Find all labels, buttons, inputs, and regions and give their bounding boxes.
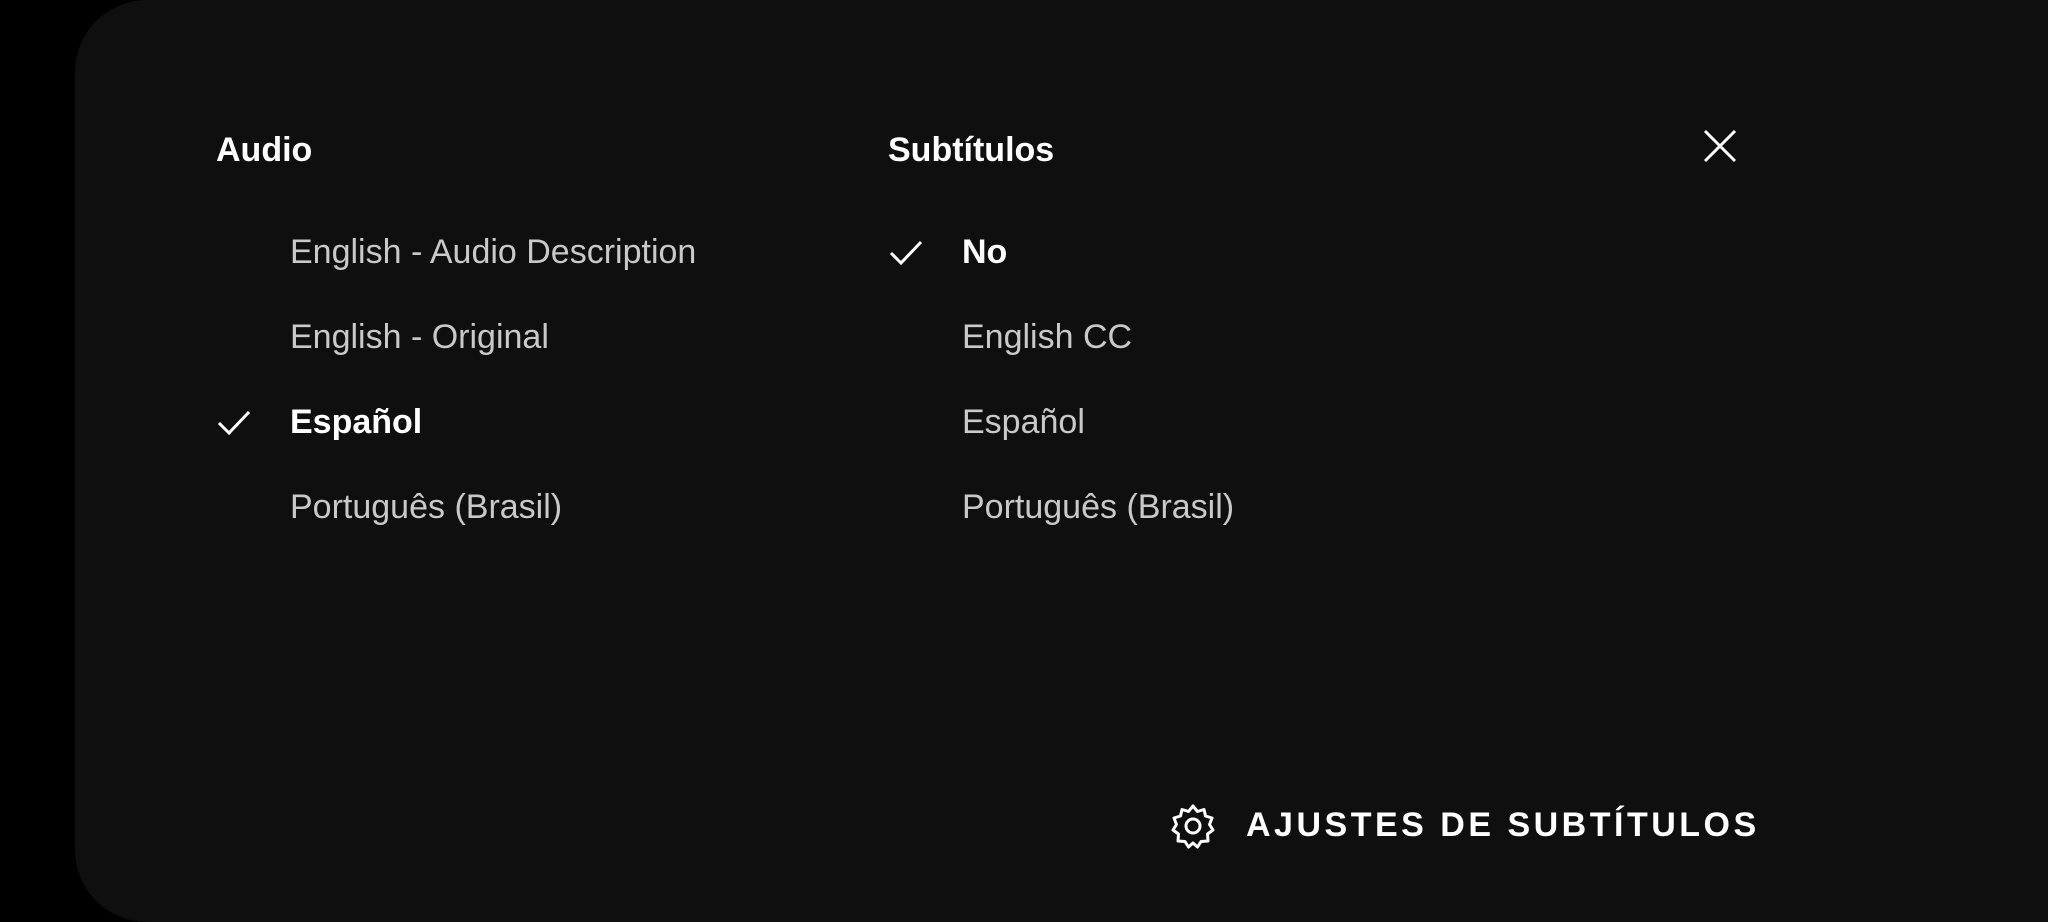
- subtitles-option-label: Português (Brasil): [962, 488, 1235, 526]
- subtitles-option-portugues-brasil[interactable]: Português (Brasil): [888, 477, 1448, 537]
- audio-option-portugues-brasil[interactable]: Português (Brasil): [216, 477, 776, 537]
- audio-option-english-audio-description[interactable]: English - Audio Description: [216, 222, 776, 282]
- subtitles-option-espanol[interactable]: Español: [888, 392, 1448, 452]
- subtitles-option-label: Español: [962, 403, 1085, 441]
- gear-icon: [1171, 804, 1215, 849]
- check-icon: [217, 410, 251, 436]
- audio-title: Audio: [216, 131, 313, 169]
- audio-option-label: Português (Brasil): [290, 488, 563, 526]
- close-button[interactable]: [1696, 122, 1744, 170]
- subtitles-title: Subtítulos: [888, 131, 1055, 169]
- audio-option-label: English - Original: [290, 318, 549, 356]
- close-icon: [1703, 129, 1737, 163]
- audio-option-espanol[interactable]: Español: [216, 392, 776, 452]
- subtitle-settings-button[interactable]: AJUSTES DE SUBTÍTULOS: [1168, 797, 1756, 853]
- audio-subtitles-panel: Audio English - Audio Description Englis…: [75, 0, 2048, 922]
- subtitles-option-english-cc[interactable]: English CC: [888, 307, 1448, 367]
- check-icon: [889, 240, 923, 266]
- subtitles-option-label: English CC: [962, 318, 1133, 356]
- subtitles-option-label: No: [962, 233, 1008, 271]
- audio-option-label: Español: [290, 403, 423, 441]
- subtitles-option-no[interactable]: No: [888, 222, 1448, 282]
- audio-option-english-original[interactable]: English - Original: [216, 307, 776, 367]
- audio-option-label: English - Audio Description: [290, 233, 697, 271]
- subtitle-settings-label: AJUSTES DE SUBTÍTULOS: [1246, 806, 1760, 844]
